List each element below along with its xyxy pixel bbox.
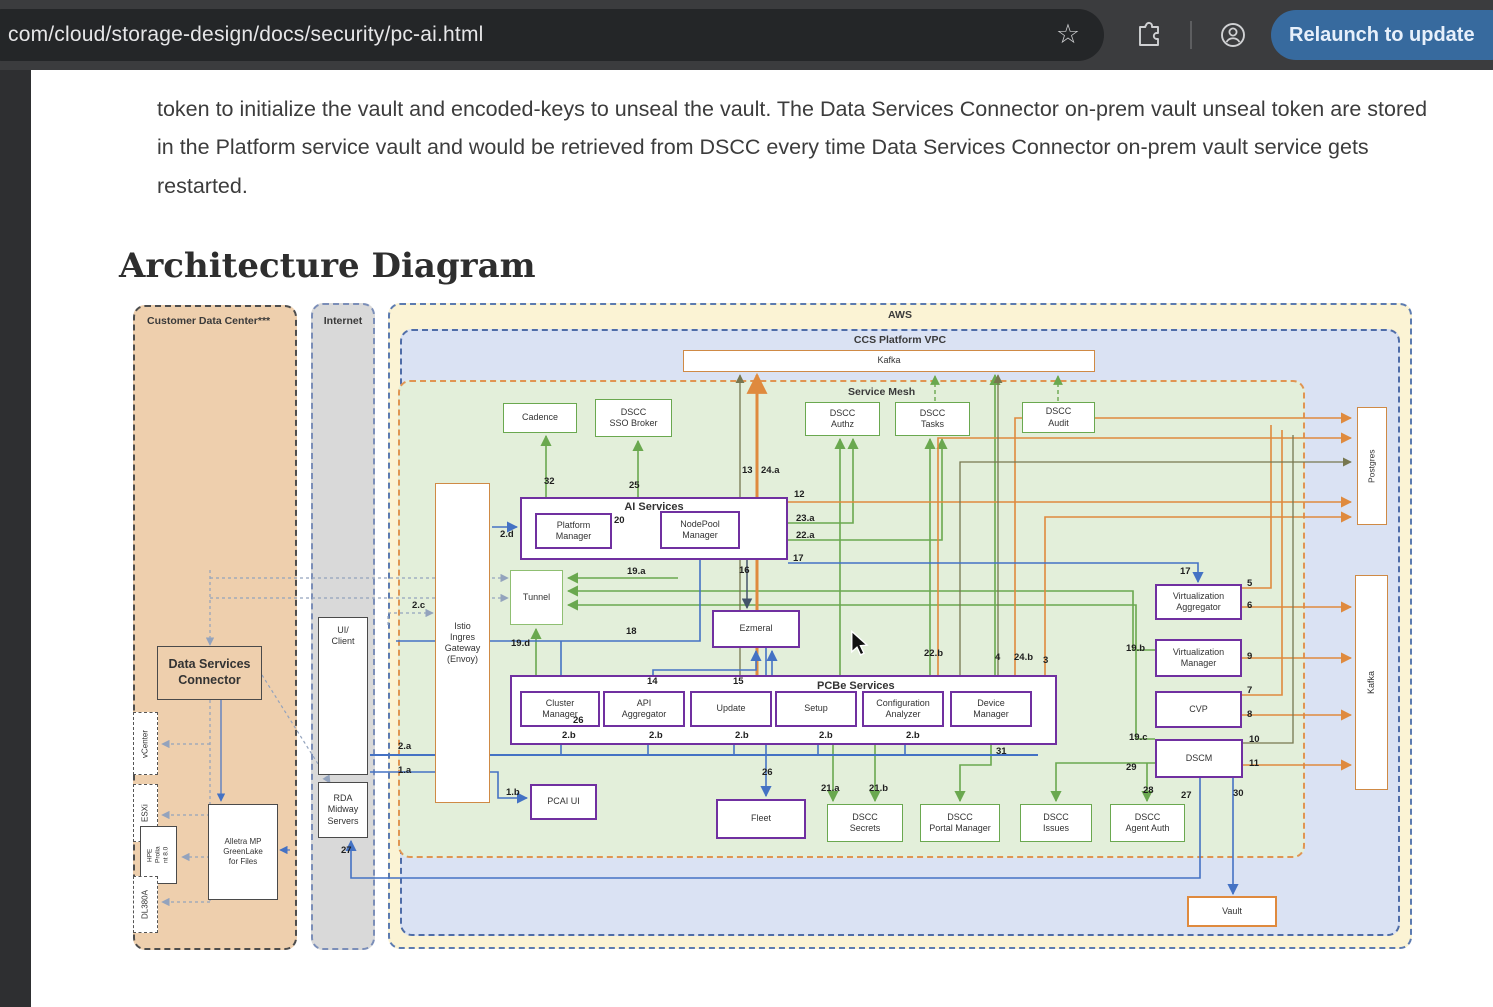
edge-label: 3: [1043, 655, 1048, 666]
node-dscc-agent-auth: DSCC Agent Auth: [1110, 804, 1185, 842]
edge-label: 27: [1181, 790, 1192, 801]
node-postgres: Postgres: [1357, 407, 1387, 525]
edge-label: 17: [1180, 566, 1191, 577]
node-setup: Setup: [775, 691, 857, 727]
node-dscc-issues: DSCC Issues: [1020, 804, 1092, 842]
edge-label: 20: [614, 515, 625, 526]
node-kafka-right: Kafka: [1355, 575, 1388, 790]
bookmark-star-icon[interactable]: ☆: [1052, 17, 1084, 51]
edge-label: 14: [647, 676, 658, 687]
relaunch-button[interactable]: Relaunch to update: [1271, 10, 1493, 60]
node-ezmeral: Ezmeral: [712, 610, 800, 648]
node-pcai-ui: PCAI UI: [530, 784, 597, 820]
edge-label: 23.a: [796, 513, 815, 524]
node-virtualization-aggregator: Virtualization Aggregator: [1155, 584, 1242, 620]
node-nodepool-manager: NodePool Manager: [660, 511, 740, 549]
node-dscc-secrets: DSCC Secrets: [827, 804, 903, 842]
edge-label: 2.b: [649, 730, 663, 741]
node-tunnel: Tunnel: [510, 570, 563, 625]
edge-label: 22.b: [924, 648, 943, 659]
node-dscc-sso-broker: DSCC SSO Broker: [595, 399, 672, 437]
edge-label: 2.b: [906, 730, 920, 741]
edge-label: 18: [626, 626, 637, 637]
body-paragraph: token to initialize the vault and encode…: [157, 90, 1437, 206]
profile-icon[interactable]: [1218, 20, 1248, 50]
node-update: Update: [690, 691, 772, 727]
edge-label: 22.a: [796, 530, 815, 541]
edge-label: 27: [341, 845, 352, 856]
edge-label: 9: [1247, 651, 1252, 662]
edge-label: 13: [742, 465, 753, 476]
edge-label: 5: [1247, 578, 1252, 589]
node-cadence: Cadence: [503, 403, 577, 433]
edge-label: 32: [544, 476, 555, 487]
edge-label: 19.b: [1126, 643, 1145, 654]
edge-label: 11: [1249, 758, 1259, 769]
node-ui-client: UI/ Client: [318, 617, 368, 775]
edge-label: 28: [1143, 785, 1154, 796]
node-dscc-authz: DSCC Authz: [805, 402, 880, 436]
node-dscc-tasks: DSCC Tasks: [895, 402, 970, 436]
edge-label: 31: [996, 746, 1007, 757]
node-vcenter: vCenter: [133, 712, 158, 775]
edge-label: 7: [1247, 685, 1252, 696]
node-api-aggregator: API Aggregator: [603, 691, 685, 727]
window-left-edge: [0, 70, 31, 1007]
edge-label: 26: [573, 715, 584, 726]
edge-label: 2.c: [412, 600, 425, 611]
edge-label: 30: [1233, 788, 1244, 799]
edge-label: 2.b: [735, 730, 749, 741]
node-rda-midway-servers: RDA Midway Servers: [318, 782, 368, 838]
node-configuration-analyzer: Configuration Analyzer: [862, 691, 944, 727]
browser-toolbar: com/cloud/storage-design/docs/security/p…: [0, 0, 1493, 70]
edge-label: 1.b: [506, 787, 520, 798]
mouse-cursor: [848, 630, 872, 656]
node-device-manager: Device Manager: [950, 691, 1032, 727]
toolbar-separator: [1190, 21, 1192, 49]
edge-label: 25: [629, 480, 640, 491]
url-text[interactable]: com/cloud/storage-design/docs/security/p…: [8, 23, 484, 47]
extensions-icon[interactable]: [1134, 20, 1164, 50]
edge-label: 16: [739, 565, 750, 576]
edge-label: 21.b: [869, 783, 888, 794]
node-cluster-manager: Cluster Manager: [520, 691, 600, 727]
node-virtualization-manager: Virtualization Manager: [1155, 639, 1242, 677]
edge-label: 2.a: [398, 741, 411, 752]
address-bar[interactable]: com/cloud/storage-design/docs/security/p…: [0, 9, 1104, 61]
edge-label: 19.c: [1129, 732, 1148, 743]
edge-label: 21.a: [821, 783, 840, 794]
edge-label: 19.d: [511, 638, 530, 649]
edge-label: 24.a: [761, 465, 780, 476]
edge-label: 1.a: [398, 765, 411, 776]
edge-label: 2.d: [500, 529, 514, 540]
edge-label: 29: [1126, 762, 1137, 773]
edge-label: 4: [995, 652, 1000, 663]
node-vault: Vault: [1187, 896, 1277, 927]
edge-label: 12: [794, 489, 805, 500]
page-title: Architecture Diagram: [119, 246, 536, 286]
node-istio-ingress-gateway: Istio Ingres Gateway (Envoy): [435, 483, 490, 803]
edge-label: 26: [762, 767, 773, 778]
node-fleet: Fleet: [716, 799, 806, 839]
node-platform-manager: Platform Manager: [535, 513, 612, 549]
architecture-diagram: Customer Data Center*** Internet AWS CCS…: [118, 295, 1413, 957]
edge-label: 6: [1247, 600, 1252, 611]
edge-label: 17: [793, 553, 804, 564]
node-dscc-portal-manager: DSCC Portal Manager: [920, 804, 1000, 842]
edge-label: 2.b: [819, 730, 833, 741]
node-dl380a: DL380A: [133, 876, 158, 933]
edge-label: 15: [733, 676, 744, 687]
node-cvp: CVP: [1155, 691, 1242, 728]
edge-label: 8: [1247, 709, 1252, 720]
edge-label: 2.b: [562, 730, 576, 741]
edge-label: 19.a: [627, 566, 646, 577]
node-dscm: DSCM: [1155, 739, 1243, 778]
edge-label: 24.b: [1014, 652, 1033, 663]
edge-label: 10: [1249, 734, 1260, 745]
node-data-services-connector: Data Services Connector: [157, 646, 262, 700]
node-dscc-audit: DSCC Audit: [1022, 402, 1095, 433]
node-alletra-mp: Alletra MP GreenLake for Files: [208, 804, 278, 900]
